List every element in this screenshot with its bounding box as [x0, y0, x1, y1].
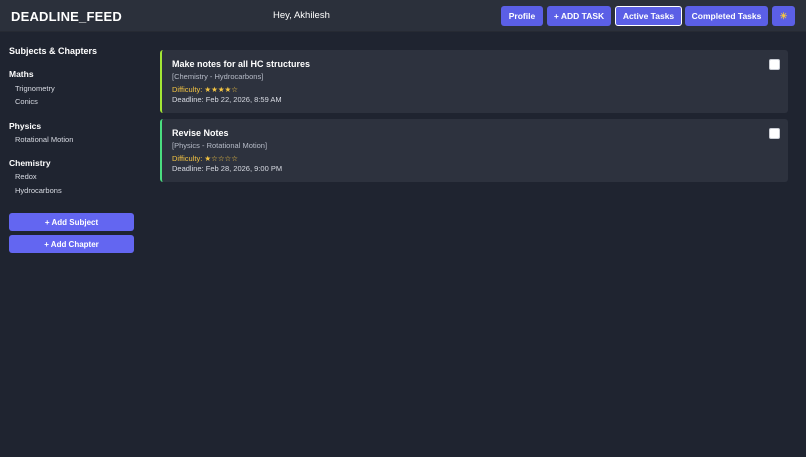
task-title: Revise Notes [172, 128, 229, 138]
task-card[interactable]: Revise Notes [Physics - Rotational Motio… [160, 119, 788, 182]
add-chapter-button[interactable]: + Add Chapter [9, 235, 134, 253]
sidebar-title: Subjects & Chapters [9, 46, 98, 56]
app-brand: DEADLINE_FEED [11, 9, 122, 24]
chapter-hydrocarbons[interactable]: Hydrocarbons [15, 186, 62, 195]
active-tasks-button[interactable]: Active Tasks [615, 6, 682, 26]
task-card[interactable]: Make notes for all HC structures [Chemis… [160, 50, 788, 113]
task-difficulty: Difficulty: ★☆☆☆☆ [172, 154, 238, 163]
subject-chemistry[interactable]: Chemistry [9, 158, 51, 168]
add-subject-button[interactable]: + Add Subject [9, 213, 134, 231]
task-deadline: Deadline: Feb 22, 2026, 8:59 AM [172, 95, 282, 104]
profile-button[interactable]: Profile [501, 6, 543, 26]
chapter-conics[interactable]: Conics [15, 97, 38, 106]
subject-maths[interactable]: Maths [9, 69, 34, 79]
task-subject-chapter: [Chemistry - Hydrocarbons] [172, 72, 264, 81]
chapter-rotational-motion[interactable]: Rotational Motion [15, 135, 73, 144]
subject-physics[interactable]: Physics [9, 121, 41, 131]
task-complete-checkbox[interactable] [769, 128, 780, 139]
theme-toggle-button[interactable]: ☀ [772, 6, 795, 26]
top-navbar: DEADLINE_FEED Hey, Akhilesh Profile + AD… [0, 0, 806, 32]
task-difficulty: Difficulty: ★★★★☆ [172, 85, 238, 94]
completed-tasks-button[interactable]: Completed Tasks [685, 6, 768, 26]
task-subject-chapter: [Physics - Rotational Motion] [172, 141, 268, 150]
chapter-redox[interactable]: Redox [15, 172, 37, 181]
sun-icon: ☀ [779, 10, 788, 21]
chapter-trignometry[interactable]: Trignometry [15, 84, 55, 93]
task-title: Make notes for all HC structures [172, 59, 311, 69]
user-greeting: Hey, Akhilesh [273, 10, 330, 21]
task-complete-checkbox[interactable] [769, 59, 780, 70]
add-task-button[interactable]: + ADD TASK [547, 6, 611, 26]
task-deadline: Deadline: Feb 28, 2026, 9:00 PM [172, 164, 283, 173]
